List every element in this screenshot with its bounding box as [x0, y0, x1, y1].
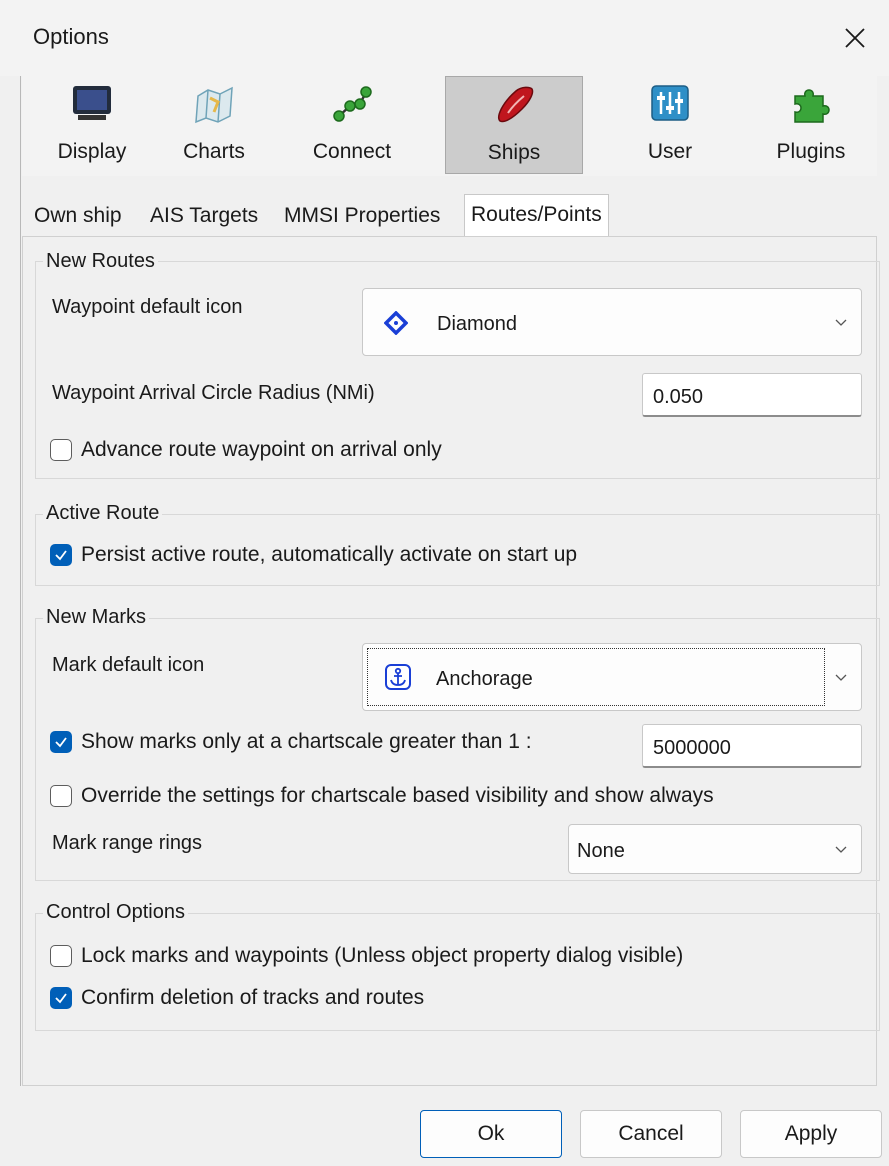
waypoint-icon-label: Waypoint default icon	[52, 296, 243, 318]
show-marks-label: Show marks only at a chartscale greater …	[81, 730, 532, 753]
button-bar: Ok Cancel Apply	[0, 1086, 889, 1166]
tab-ais-targets-label: AIS Targets	[150, 204, 259, 227]
chevron-down-icon	[835, 674, 847, 681]
tab-bar: Own ship AIS Targets MMSI Properties Rou…	[22, 194, 877, 236]
toolbar-connect-label: Connect	[312, 140, 392, 163]
diamond-icon	[384, 311, 408, 335]
new-marks-title: New Marks	[43, 606, 150, 629]
puzzle-icon	[794, 89, 830, 123]
checkmark-icon	[55, 993, 67, 1004]
tab-routes-points-label: Routes/Points	[471, 203, 602, 226]
checkbox-box	[50, 945, 72, 967]
connect-icon	[333, 86, 372, 122]
monitor-icon	[73, 86, 111, 120]
chevron-down-icon	[835, 319, 847, 326]
checkmark-icon	[55, 737, 67, 748]
close-button[interactable]	[833, 16, 877, 60]
override-visibility-label: Override the settings for chartscale bas…	[81, 784, 714, 807]
toolbar-display[interactable]: Display	[37, 76, 147, 174]
mark-icon-select[interactable]: Anchorage	[362, 643, 862, 711]
arrival-radius-input[interactable]: 0.050	[642, 373, 862, 417]
tab-routes-points[interactable]: Routes/Points	[464, 194, 609, 236]
chevron-down-icon	[835, 846, 847, 853]
show-marks-checkbox[interactable]: Show marks only at a chartscale greater …	[50, 730, 532, 754]
checkbox-box	[50, 439, 72, 461]
checkbox-box	[50, 785, 72, 807]
window-title: Options	[33, 24, 109, 49]
checkbox-box	[50, 544, 72, 566]
arrival-radius-label: Waypoint Arrival Circle Radius (NMi)	[52, 382, 375, 404]
ok-button[interactable]: Ok	[420, 1110, 562, 1158]
tab-own-ship[interactable]: Own ship	[28, 198, 128, 234]
control-options-title: Control Options	[43, 901, 188, 924]
new-routes-title: New Routes	[43, 250, 158, 273]
title-bar[interactable]: Options	[0, 0, 889, 76]
charts-icon	[195, 86, 233, 124]
checkbox-box	[50, 731, 72, 753]
window-frame	[20, 0, 21, 1166]
toolbar-user-label: User	[647, 140, 693, 163]
toolbar-charts[interactable]: Charts	[159, 76, 269, 174]
toolbar-connect[interactable]: Connect	[297, 76, 407, 174]
toolbar-user[interactable]: User	[615, 76, 725, 174]
range-rings-label: Mark range rings	[52, 832, 203, 854]
tab-ais-targets[interactable]: AIS Targets	[144, 198, 264, 234]
ship-icon	[498, 86, 534, 123]
lock-marks-label: Lock marks and waypoints (Unless object …	[81, 944, 684, 967]
lock-marks-checkbox[interactable]: Lock marks and waypoints (Unless object …	[50, 944, 683, 968]
persist-route-label: Persist active route, automatically acti…	[81, 543, 578, 566]
toolbar-display-label: Display	[57, 140, 127, 163]
checkbox-box	[50, 987, 72, 1009]
mark-icon-label: Mark default icon	[52, 654, 205, 676]
cancel-button[interactable]: Cancel	[580, 1110, 722, 1158]
persist-route-checkbox[interactable]: Persist active route, automatically acti…	[50, 543, 577, 567]
tab-mmsi-properties[interactable]: MMSI Properties	[278, 198, 446, 234]
toolbar-ships[interactable]: Ships	[445, 76, 583, 174]
control-options-group	[35, 913, 880, 1031]
mark-icon-value: Anchorage	[436, 668, 533, 690]
advance-waypoint-checkbox[interactable]: Advance route waypoint on arrival only	[50, 438, 442, 462]
toolbar-ships-label: Ships	[487, 141, 541, 164]
waypoint-icon-select[interactable]: Diamond	[362, 288, 862, 356]
close-icon	[845, 28, 865, 48]
advance-waypoint-label: Advance route waypoint on arrival only	[81, 438, 442, 461]
toolbar-plugins-label: Plugins	[776, 140, 846, 163]
range-rings-select[interactable]: None	[568, 824, 862, 874]
apply-button[interactable]: Apply	[740, 1110, 882, 1158]
checkmark-icon	[55, 550, 67, 561]
anchor-icon	[385, 664, 411, 690]
waypoint-icon-value: Diamond	[437, 313, 518, 335]
active-route-title: Active Route	[43, 502, 163, 525]
range-rings-value: None	[577, 840, 625, 862]
confirm-deletion-checkbox[interactable]: Confirm deletion of tracks and routes	[50, 986, 424, 1010]
tab-mmsi-properties-label: MMSI Properties	[284, 204, 441, 227]
toolbar-plugins[interactable]: Plugins	[756, 76, 866, 174]
override-visibility-checkbox[interactable]: Override the settings for chartscale bas…	[50, 784, 714, 808]
chartscale-input[interactable]: 5000000	[642, 724, 862, 768]
category-toolbar: Display Charts Connect Ships User Plugin…	[22, 76, 877, 176]
confirm-deletion-label: Confirm deletion of tracks and routes	[81, 986, 425, 1009]
sliders-icon	[651, 85, 689, 121]
toolbar-charts-label: Charts	[183, 140, 245, 163]
tab-own-ship-label: Own ship	[34, 204, 122, 227]
